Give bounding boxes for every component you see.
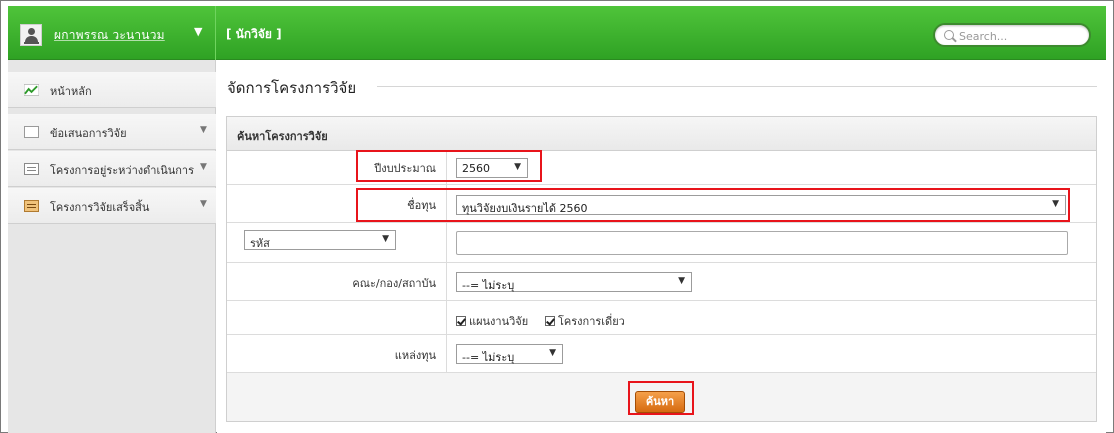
sidebar-item-label: ข้อเสนอการวิจัย — [50, 127, 127, 140]
sidebar-item-home[interactable]: หน้าหลัก — [8, 72, 216, 108]
sidebar-item-label: โครงการอยู่ระหว่างดำเนินการ — [50, 164, 194, 177]
sidebar-item-label: หน้าหลัก — [50, 85, 92, 98]
checkbox-checked-icon[interactable] — [545, 316, 555, 326]
folder-icon — [24, 200, 39, 212]
search-box[interactable] — [933, 23, 1091, 47]
code-input[interactable] — [456, 231, 1068, 255]
user-name[interactable]: ผกาพรรณ วะนานวม — [54, 26, 165, 45]
form-row-faculty: คณะ/กอง/สถาบัน --= ไม่ระบุ ▼ — [227, 263, 1096, 301]
search-icon — [944, 30, 954, 40]
faculty-label: คณะ/กอง/สถาบัน — [352, 277, 436, 290]
chart-icon — [24, 84, 39, 96]
sidebar-item-completed[interactable]: โครงการวิจัยเสร็จสิ้น ▼ — [8, 188, 216, 224]
source-select[interactable]: --= ไม่ระบุ ▼ — [456, 344, 563, 364]
faculty-value: --= ไม่ระบุ — [462, 279, 515, 292]
user-icon — [20, 24, 42, 46]
chevron-down-icon: ▼ — [382, 234, 389, 244]
page-title: จัดการโครงการวิจัย — [227, 79, 357, 97]
single-project-checkbox[interactable]: โครงการเดี่ยว — [545, 312, 625, 330]
search-input[interactable] — [959, 28, 1084, 44]
chevron-down-icon: ▼ — [200, 162, 207, 172]
code-type-select[interactable]: รหัส ▼ — [244, 230, 396, 250]
chevron-down-icon: ▼ — [200, 199, 207, 209]
checkbox-checked-icon[interactable] — [456, 316, 466, 326]
chevron-down-icon: ▼ — [678, 276, 685, 286]
sidebar-item-label: โครงการวิจัยเสร็จสิ้น — [50, 201, 150, 214]
highlight-year — [356, 150, 542, 182]
role-label: [ นักวิจัย ] — [226, 27, 282, 41]
top-bar: ผกาพรรณ วะนานวม ▼ [ นักวิจัย ] — [8, 6, 1106, 60]
sidebar-item-proposals[interactable]: ข้อเสนอการวิจัย ▼ — [8, 114, 216, 150]
chevron-down-icon: ▼ — [549, 348, 556, 358]
panel-header: ค้นหาโครงการวิจัย — [227, 117, 1096, 151]
faculty-select[interactable]: --= ไม่ระบุ ▼ — [456, 272, 692, 292]
source-value: --= ไม่ระบุ — [462, 351, 515, 364]
list-icon — [24, 163, 39, 175]
plan-checkbox-label: แผนงานวิจัย — [469, 315, 529, 328]
panel-title: ค้นหาโครงการวิจัย — [237, 130, 328, 143]
highlight-search-button — [628, 381, 694, 415]
plan-checkbox[interactable]: แผนงานวิจัย — [456, 312, 528, 330]
highlight-fund — [356, 188, 1070, 222]
single-project-checkbox-label: โครงการเดี่ยว — [558, 315, 625, 328]
form-row-types: แผนงานวิจัย โครงการเดี่ยว — [227, 301, 1096, 335]
code-type-value: รหัส — [250, 237, 270, 250]
chevron-down-icon[interactable]: ▼ — [194, 25, 202, 38]
sidebar-item-in-progress[interactable]: โครงการอยู่ระหว่างดำเนินการ ▼ — [8, 151, 216, 187]
sidebar: หน้าหลัก ข้อเสนอการวิจัย ▼ โครงการอยู่ระ… — [8, 60, 216, 433]
form-row-code: รหัส ▼ — [227, 223, 1096, 263]
source-label: แหล่งทุน — [394, 349, 436, 362]
user-menu[interactable]: ผกาพรรณ วะนานวม ▼ — [8, 6, 216, 60]
divider — [377, 86, 1097, 87]
form-row-source: แหล่งทุน --= ไม่ระบุ ▼ — [227, 335, 1096, 373]
main-content: จัดการโครงการวิจัย ค้นหาโครงการวิจัย ปีง… — [217, 60, 1106, 433]
document-icon — [24, 126, 39, 138]
chevron-down-icon: ▼ — [200, 125, 207, 135]
